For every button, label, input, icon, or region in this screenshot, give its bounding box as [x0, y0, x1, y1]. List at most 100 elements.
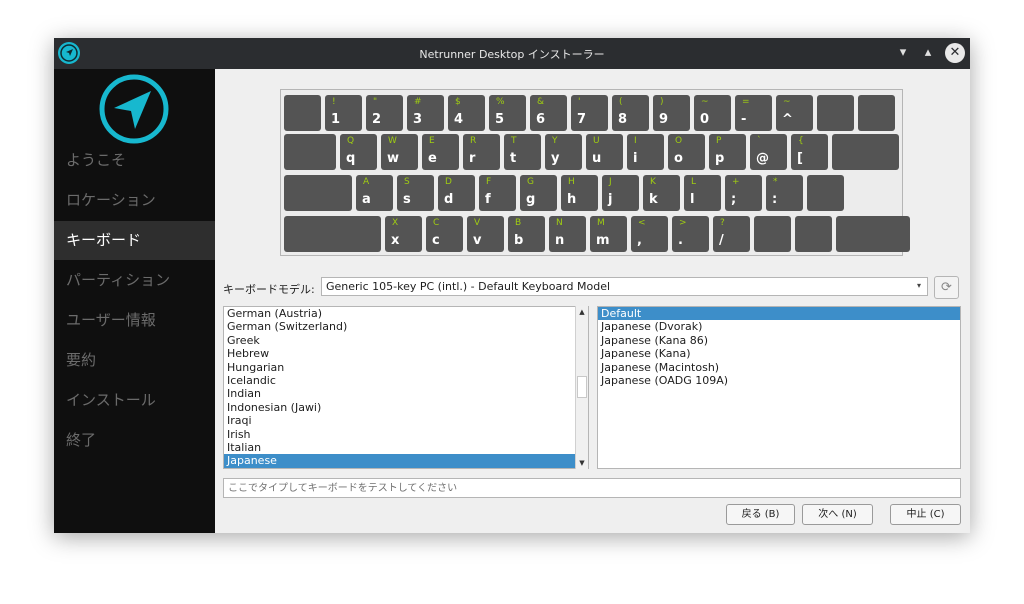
key-shift-label: B: [515, 218, 522, 228]
variant-list-item[interactable]: Japanese (Kana 86): [598, 334, 960, 347]
key-label: 3: [413, 112, 423, 127]
keyboard-key: Ee: [422, 134, 459, 170]
key-label: 2: [372, 112, 382, 127]
keyboard-model-select[interactable]: Generic 105-key PC (intl.) - Default Key…: [321, 277, 928, 296]
minimize-icon[interactable]: ▾: [893, 43, 913, 63]
keyboard-key: Bb: [508, 216, 545, 252]
layout-list-item[interactable]: Irish: [224, 428, 588, 441]
scroll-up-icon[interactable]: ▲: [576, 306, 588, 318]
key-label: 5: [495, 112, 505, 127]
key-label: [: [797, 151, 803, 166]
layout-list-item[interactable]: Icelandic: [224, 374, 588, 387]
keyboard-key: Qq: [340, 134, 377, 170]
key-shift-label: &: [537, 97, 545, 107]
keyboard-test-input[interactable]: [223, 478, 961, 498]
variant-list[interactable]: Default Japanese (Dvorak) Japanese (Kana 8…: [597, 306, 961, 469]
layout-list[interactable]: German (Austria) German (Switzerland) Gree…: [223, 306, 589, 469]
key-label: x: [391, 233, 400, 248]
layout-list-scrollbar[interactable]: ▲ ▼: [575, 306, 588, 469]
key-shift-label: <: [638, 218, 646, 228]
layout-list-item[interactable]: Japanese: [224, 454, 588, 468]
key-label: o: [674, 151, 683, 166]
key-shift-label: *: [773, 177, 778, 187]
key-shift-label: Y: [552, 136, 558, 146]
variant-list-item[interactable]: Japanese (OADG 109A): [598, 374, 960, 387]
key-label: ;: [731, 192, 737, 207]
key-shift-label: A: [363, 177, 370, 187]
scroll-down-icon[interactable]: ▼: [576, 457, 588, 469]
title-bar: Netrunner Desktop インストーラー ▾ ▴ ✕: [54, 38, 970, 69]
reset-model-button[interactable]: ⟳: [934, 276, 959, 299]
keyboard-key: & 6: [530, 95, 567, 131]
keyboard-key: ! 1: [325, 95, 362, 131]
keyboard-key: #3: [407, 95, 444, 131]
keyboard-key: Uu: [586, 134, 623, 170]
layout-list-item[interactable]: Indian: [224, 387, 588, 400]
key-shift-label: {: [798, 136, 804, 146]
key-label: k: [649, 192, 658, 207]
key-shift-label: S: [404, 177, 410, 187]
keyboard-key: Dd: [438, 175, 475, 211]
key-label: y: [551, 151, 560, 166]
key-label: 6: [536, 112, 546, 127]
keyboard-key: Jj: [602, 175, 639, 211]
key-shift-label: K: [650, 177, 656, 187]
key-label: 1: [331, 112, 341, 127]
key-shift-label: >: [679, 218, 687, 228]
keyboard-key: ` @: [750, 134, 787, 170]
keyboard-key: Rr: [463, 134, 500, 170]
key-label: -: [741, 112, 747, 127]
keyboard-key: (8: [612, 95, 649, 131]
refresh-icon: ⟳: [941, 280, 952, 295]
variant-list-item[interactable]: Japanese (Dvorak): [598, 320, 960, 333]
sidebar-item-location: ロケーション: [66, 191, 156, 209]
key-shift-label: M: [597, 218, 605, 228]
key-label: ^: [782, 112, 793, 127]
keyboard-key: ? /: [713, 216, 750, 252]
layout-list-item[interactable]: Iraqi: [224, 414, 588, 427]
sidebar: ようこそ ロケーション キーボード パーティション ユーザー情報 要約 インスト…: [54, 69, 215, 533]
key-shift-label: G: [527, 177, 534, 187]
key-shift-label: J: [609, 177, 612, 187]
variant-list-item[interactable]: Japanese (Kana): [598, 347, 960, 360]
key-shift-label: +: [732, 177, 740, 187]
keyboard-key: [832, 134, 899, 170]
sidebar-item-keyboard: キーボード: [54, 221, 215, 260]
layout-list-item[interactable]: German (Austria): [224, 307, 588, 320]
variant-list-item[interactable]: Default: [598, 307, 960, 321]
keyboard-key: Ii: [627, 134, 664, 170]
keyboard-key: " 2: [366, 95, 403, 131]
variant-list-item[interactable]: Japanese (Macintosh): [598, 361, 960, 374]
layout-list-item[interactable]: Hungarian: [224, 361, 588, 374]
key-label: i: [633, 151, 638, 166]
key-shift-label: E: [429, 136, 435, 146]
scroll-thumb[interactable]: [577, 376, 587, 398]
close-icon[interactable]: ✕: [945, 43, 965, 63]
back-button[interactable]: 戻る (B): [726, 504, 795, 525]
layout-list-item[interactable]: Italian: [224, 441, 588, 454]
keyboard-key: {[: [791, 134, 828, 170]
keyboard-key: [754, 216, 791, 252]
key-shift-label: N: [556, 218, 563, 228]
layout-list-item[interactable]: German (Switzerland): [224, 320, 588, 333]
keyboard-key: Nn: [549, 216, 586, 252]
key-shift-label: ~: [701, 97, 709, 107]
key-shift-label: #: [414, 97, 422, 107]
keyboard-key: ~ ^: [776, 95, 813, 131]
layout-list-item[interactable]: Hebrew: [224, 347, 588, 360]
sidebar-item-welcome: ようこそ: [66, 151, 127, 169]
next-button[interactable]: 次へ (N): [802, 504, 873, 525]
cancel-button[interactable]: 中止 (C): [890, 504, 961, 525]
key-label: q: [346, 151, 356, 166]
keyboard-key: [284, 175, 352, 211]
layout-list-item[interactable]: Indonesian (Jawi): [224, 401, 588, 414]
sidebar-item-summary: 要約: [66, 351, 97, 369]
keyboard-key: [284, 95, 321, 131]
chevron-down-icon: ▾: [916, 281, 921, 290]
key-shift-label: ): [660, 97, 664, 107]
maximize-icon[interactable]: ▴: [918, 43, 938, 63]
keyboard-key: +;: [725, 175, 762, 211]
key-shift-label: R: [470, 136, 477, 146]
key-label: ,: [637, 233, 642, 248]
layout-list-item[interactable]: Greek: [224, 334, 588, 347]
